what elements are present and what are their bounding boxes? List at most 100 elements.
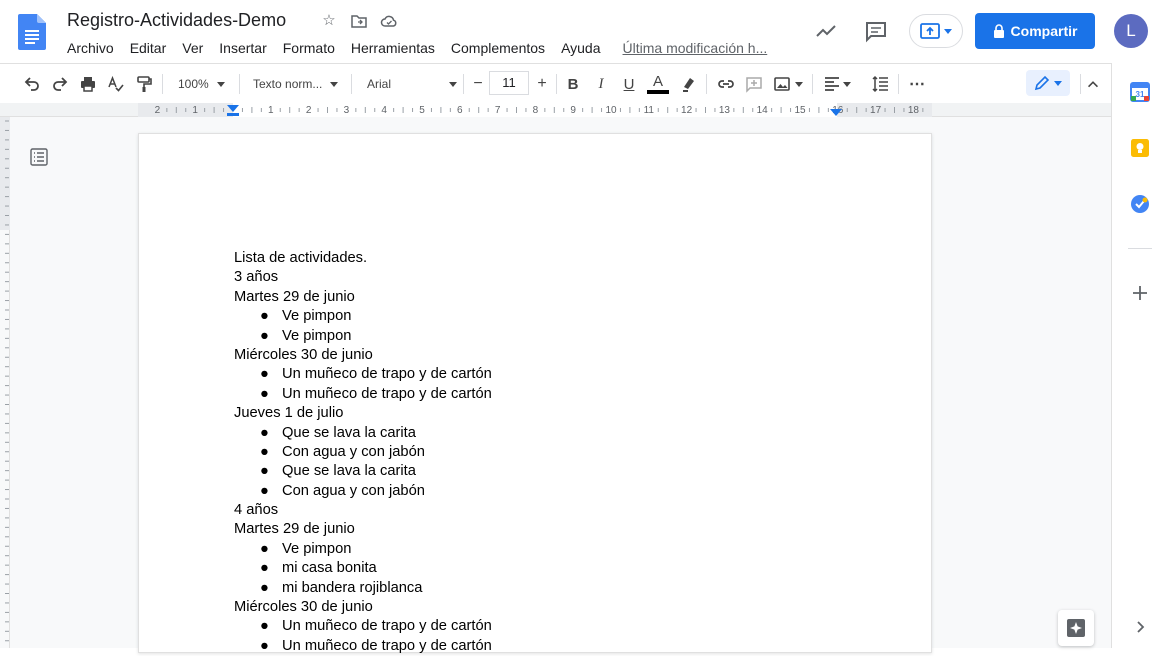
keep-icon[interactable] bbox=[1130, 138, 1150, 158]
activity-trend-icon[interactable] bbox=[814, 19, 838, 43]
more-options-button[interactable]: ⋯ bbox=[906, 72, 928, 96]
paragraph-line[interactable]: Miércoles 30 de junio bbox=[234, 598, 834, 617]
show-side-panel-chevron-icon[interactable] bbox=[1130, 617, 1150, 637]
ruler-label: 5 bbox=[419, 105, 425, 116]
bullet-list-item[interactable]: ● Un muñeco de trapo y de cartón bbox=[234, 617, 834, 636]
document-outline-icon[interactable] bbox=[30, 148, 48, 166]
paragraph-style-value: Texto norm... bbox=[253, 77, 323, 91]
toolbar-separator bbox=[239, 74, 240, 94]
paragraph-line[interactable]: 4 años bbox=[234, 501, 834, 520]
last-edit-link[interactable]: Última modificación h... bbox=[615, 38, 776, 58]
bullet-glyph: ● bbox=[260, 385, 269, 402]
bullet-glyph: ● bbox=[260, 463, 269, 480]
ruler-label: 1 bbox=[268, 105, 274, 116]
paragraph-line[interactable]: Miércoles 30 de junio bbox=[234, 346, 834, 365]
paint-format-icon[interactable] bbox=[134, 72, 154, 96]
explore-button[interactable] bbox=[1058, 610, 1094, 646]
font-select[interactable]: Arial bbox=[367, 72, 457, 96]
bullet-list-item[interactable]: ● Que se lava la carita bbox=[234, 462, 834, 481]
present-button[interactable] bbox=[909, 14, 963, 48]
bullet-glyph: ● bbox=[260, 424, 269, 441]
bullet-list-item[interactable]: ● Un muñeco de trapo y de cartón bbox=[234, 385, 834, 404]
bullet-text: Que se lava la carita bbox=[282, 463, 416, 480]
menu-insertar[interactable]: Insertar bbox=[211, 38, 274, 58]
collapse-menu-icon[interactable] bbox=[1085, 72, 1101, 96]
docs-logo-icon[interactable] bbox=[18, 14, 46, 50]
bullet-list-item[interactable]: ● mi bandera rojiblanca bbox=[234, 579, 834, 598]
bullet-list-item[interactable]: ● Un muñeco de trapo y de cartón bbox=[234, 637, 834, 656]
editing-mode-button[interactable] bbox=[1026, 70, 1070, 96]
star-icon[interactable]: ☆ bbox=[320, 12, 338, 30]
decrease-font-size-button[interactable]: − bbox=[468, 72, 488, 96]
bullet-list-item[interactable]: ● Con agua y con jabón bbox=[234, 482, 834, 501]
bullet-list-item[interactable]: ● Ve pimpon bbox=[234, 540, 834, 559]
undo-icon[interactable] bbox=[22, 72, 42, 96]
menu-complementos[interactable]: Complementos bbox=[443, 38, 553, 58]
style-caret-icon bbox=[330, 81, 339, 87]
add-addon-icon[interactable] bbox=[1130, 283, 1150, 303]
document-title[interactable]: Registro-Actividades-Demo bbox=[67, 10, 286, 31]
paragraph-line[interactable]: Jueves 1 de julio bbox=[234, 404, 834, 423]
text-color-button[interactable]: A bbox=[647, 72, 669, 96]
font-size-input[interactable]: 11 bbox=[489, 71, 529, 95]
bullet-glyph: ● bbox=[260, 637, 269, 654]
document-body[interactable]: Lista de actividades. 3 años Martes 29 de … bbox=[234, 249, 834, 656]
underline-button[interactable]: U bbox=[619, 72, 639, 96]
calendar-icon[interactable]: 31 bbox=[1130, 82, 1150, 102]
bullet-list-item[interactable]: ● Ve pimpon bbox=[234, 327, 834, 346]
cloud-status-icon[interactable] bbox=[380, 12, 398, 30]
menu-formato[interactable]: Formato bbox=[275, 38, 343, 58]
zoom-select[interactable]: 100% bbox=[178, 72, 230, 96]
highlight-icon[interactable] bbox=[679, 72, 699, 96]
paragraph-style-select[interactable]: Texto norm... bbox=[253, 72, 343, 96]
toolbar-separator bbox=[898, 74, 899, 94]
ruler-label: 9 bbox=[570, 105, 576, 116]
paragraph-line[interactable]: Lista de actividades. bbox=[234, 249, 834, 268]
bullet-text: Un muñeco de trapo y de cartón bbox=[282, 618, 492, 635]
align-left-icon bbox=[825, 77, 839, 91]
add-comment-icon[interactable] bbox=[744, 72, 764, 96]
ruler-label: 4 bbox=[381, 105, 387, 116]
print-icon[interactable] bbox=[78, 72, 98, 96]
spellcheck-icon[interactable] bbox=[106, 72, 126, 96]
pencil-icon bbox=[1034, 75, 1050, 91]
paragraph-line[interactable]: Martes 29 de junio bbox=[234, 288, 834, 307]
bullet-text: Un muñeco de trapo y de cartón bbox=[282, 366, 492, 383]
bullet-text: mi bandera rojiblanca bbox=[282, 579, 423, 596]
ruler-label: 13 bbox=[719, 105, 731, 116]
menu-ayuda[interactable]: Ayuda bbox=[553, 38, 608, 58]
account-avatar[interactable]: L bbox=[1114, 14, 1148, 48]
menu-editar[interactable]: Editar bbox=[122, 38, 175, 58]
bullet-list-item[interactable]: ● Un muñeco de trapo y de cartón bbox=[234, 365, 834, 384]
menu-archivo[interactable]: Archivo bbox=[59, 38, 122, 58]
insert-image-button[interactable] bbox=[772, 72, 804, 96]
move-folder-icon[interactable] bbox=[350, 12, 368, 30]
bullet-list-item[interactable]: ● Con agua y con jabón bbox=[234, 443, 834, 462]
share-button[interactable]: Compartir bbox=[975, 13, 1095, 49]
insert-link-icon[interactable] bbox=[716, 72, 736, 96]
bullet-list-item[interactable]: ● mi casa bonita bbox=[234, 559, 834, 578]
bullet-text: mi casa bonita bbox=[282, 560, 377, 577]
bold-button[interactable]: B bbox=[563, 72, 583, 96]
paragraph-line[interactable]: 3 años bbox=[234, 268, 834, 287]
bullet-list-item[interactable]: ● Ve pimpon bbox=[234, 307, 834, 326]
increase-font-size-button[interactable]: + bbox=[532, 72, 552, 96]
align-select[interactable] bbox=[822, 72, 852, 96]
menu-herramientas[interactable]: Herramientas bbox=[343, 38, 443, 58]
vertical-ruler[interactable] bbox=[0, 117, 10, 648]
paragraph-line[interactable]: Martes 29 de junio bbox=[234, 520, 834, 539]
ruler-label: 14 bbox=[757, 105, 769, 116]
redo-icon[interactable] bbox=[50, 72, 70, 96]
ruler-label: 17 bbox=[870, 105, 882, 116]
tasks-icon[interactable] bbox=[1130, 194, 1150, 214]
italic-button[interactable]: I bbox=[591, 72, 611, 96]
lock-icon bbox=[993, 24, 1004, 38]
horizontal-ruler[interactable]: 21123456789101112131415161718 bbox=[0, 103, 1111, 117]
bullet-list-item[interactable]: ● Que se lava la carita bbox=[234, 424, 834, 443]
menu-ver[interactable]: Ver bbox=[174, 38, 211, 58]
toolbar-separator bbox=[812, 74, 813, 94]
line-spacing-icon[interactable] bbox=[870, 72, 890, 96]
bullet-glyph: ● bbox=[260, 618, 269, 635]
bullet-text: Con agua y con jabón bbox=[282, 482, 425, 499]
comment-history-icon[interactable] bbox=[864, 19, 888, 43]
